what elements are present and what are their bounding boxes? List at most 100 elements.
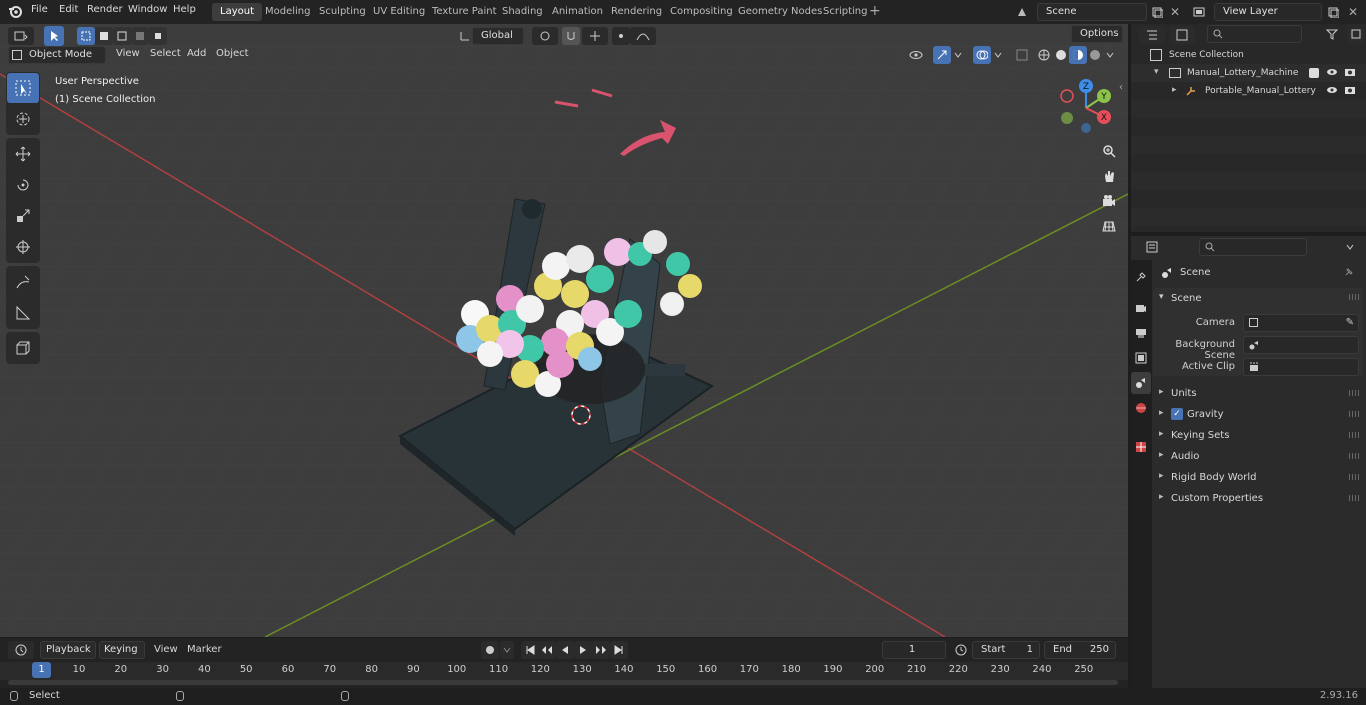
new-collection-icon[interactable]: [1347, 25, 1365, 43]
scene-panel-collapse-icon[interactable]: ▾: [1159, 292, 1164, 302]
mode-dropdown[interactable]: Object Mode: [8, 46, 106, 64]
visibility-selector-icon[interactable]: [903, 46, 929, 64]
sidebar-toggle-icon[interactable]: ‹: [1119, 82, 1123, 93]
tool-transform[interactable]: [7, 232, 39, 262]
object-hide-eye-icon[interactable]: [1326, 85, 1338, 98]
next-keyframe-icon[interactable]: [592, 641, 610, 659]
tool-rotate[interactable]: [7, 170, 39, 200]
timeline-scrollbar[interactable]: [8, 680, 1118, 685]
jump-end-icon[interactable]: [610, 641, 628, 659]
tab-uv-editing[interactable]: UV Editing: [365, 3, 433, 21]
scene-panel-title[interactable]: Scene: [1171, 293, 1202, 304]
xray-toggle-icon[interactable]: [1013, 46, 1031, 64]
tool-move[interactable]: [7, 139, 39, 169]
scene-selector-icon[interactable]: [1013, 3, 1031, 21]
select-new-icon[interactable]: [77, 27, 95, 45]
select-invert-icon[interactable]: [131, 27, 149, 45]
timeline-editor-type-icon[interactable]: [8, 641, 34, 659]
tab-modeling[interactable]: Modeling: [257, 3, 319, 21]
overlay-toggle-icon[interactable]: [973, 46, 991, 64]
tab-scripting[interactable]: Scripting: [815, 3, 875, 21]
3d-viewport[interactable]: Global Options Object Mode View Select A…: [0, 24, 1128, 637]
menu-window[interactable]: Window: [128, 4, 167, 15]
tab-texture-paint[interactable]: Texture Paint: [424, 3, 505, 21]
add-workspace-icon[interactable]: +: [869, 4, 883, 18]
eyedropper-icon[interactable]: ✎: [1346, 317, 1354, 328]
falloff-icon[interactable]: [630, 27, 656, 45]
tab-rendering[interactable]: Rendering: [603, 3, 670, 21]
playback-menu[interactable]: Playback: [40, 641, 96, 659]
delete-scene-icon[interactable]: ✕: [1166, 3, 1184, 21]
shading-wireframe-icon[interactable]: [1035, 46, 1053, 64]
keying-set-dropdown-icon[interactable]: [500, 641, 514, 659]
end-frame-field[interactable]: End 250: [1044, 641, 1116, 659]
editor-type-icon[interactable]: [8, 27, 34, 45]
expand-collection-icon[interactable]: ▾: [1154, 67, 1159, 77]
tool-annotate[interactable]: [7, 267, 39, 297]
menu-help[interactable]: Help: [173, 4, 196, 15]
camera-field[interactable]: ✎: [1243, 314, 1359, 332]
pin-icon[interactable]: [1343, 266, 1355, 281]
tab-compositing[interactable]: Compositing: [662, 3, 741, 21]
new-scene-icon[interactable]: [1148, 3, 1166, 21]
new-view-layer-icon[interactable]: [1324, 3, 1342, 21]
prev-keyframe-icon[interactable]: [538, 641, 556, 659]
playhead[interactable]: 1: [32, 662, 51, 678]
active-clip-field[interactable]: [1243, 358, 1359, 376]
pan-hand-icon[interactable]: [1097, 164, 1121, 188]
play-icon[interactable]: [574, 641, 592, 659]
world-tab-icon[interactable]: [1131, 397, 1151, 419]
tab-layout[interactable]: Layout: [212, 3, 262, 21]
hide-eye-icon[interactable]: [1326, 67, 1338, 80]
options-dropdown[interactable]: Options: [1071, 25, 1123, 43]
record-icon[interactable]: [481, 641, 499, 659]
snap-target-icon[interactable]: [582, 27, 608, 45]
output-tab-icon[interactable]: [1131, 322, 1151, 344]
gizmo-dropdown-icon[interactable]: [951, 46, 965, 64]
panel-rigid-body-world[interactable]: ▸ Rigid Body World: [1153, 468, 1363, 487]
menu-render[interactable]: Render: [87, 4, 123, 15]
panel-audio[interactable]: ▸ Audio: [1153, 447, 1363, 466]
transform-orientation-dropdown[interactable]: Global: [472, 27, 524, 45]
timeline-view-menu[interactable]: View: [154, 644, 178, 655]
camera-view-icon[interactable]: [1097, 189, 1121, 213]
gizmo-toggle-icon[interactable]: [933, 46, 951, 64]
properties-search-input[interactable]: [1199, 238, 1307, 256]
panel-custom-properties[interactable]: ▸ Custom Properties: [1153, 489, 1363, 508]
delete-view-layer-icon[interactable]: ✕: [1344, 3, 1362, 21]
panel-gravity[interactable]: ▸ ✓ Gravity: [1153, 405, 1363, 424]
panel-keying-sets[interactable]: ▸ Keying Sets: [1153, 426, 1363, 445]
exclude-checkbox[interactable]: [1309, 68, 1319, 78]
outliner-row-collection[interactable]: ▾ Manual_Lottery_Machine: [1131, 64, 1366, 82]
tool-select-box[interactable]: [7, 73, 39, 103]
render-camera-icon[interactable]: [1344, 67, 1356, 80]
select-mode-icon[interactable]: [44, 26, 64, 46]
menu-edit[interactable]: Edit: [59, 4, 78, 15]
object-render-camera-icon[interactable]: [1344, 85, 1356, 98]
tool-measure[interactable]: [7, 298, 39, 328]
scene-panel-grip[interactable]: [1349, 294, 1359, 300]
jump-start-icon[interactable]: [521, 641, 539, 659]
current-frame-field[interactable]: 1: [882, 641, 946, 659]
shading-solid-icon[interactable]: [1052, 46, 1070, 64]
shading-dropdown-icon[interactable]: [1103, 46, 1117, 64]
scene-tab-icon[interactable]: [1131, 372, 1151, 394]
view-layer-field[interactable]: View Layer: [1214, 3, 1322, 21]
zoom-icon[interactable]: [1097, 139, 1121, 163]
shading-material-icon[interactable]: [1069, 46, 1087, 64]
outliner-row-object[interactable]: ▸ Portable_Manual_Lottery: [1131, 82, 1366, 100]
view-layer-tab-icon[interactable]: [1131, 347, 1151, 369]
proportional-edit-icon[interactable]: [612, 27, 630, 45]
select-subtract-icon[interactable]: [113, 27, 131, 45]
filter-icon[interactable]: [1319, 25, 1345, 43]
overlay-dropdown-icon[interactable]: [991, 46, 1005, 64]
shading-rendered-icon[interactable]: [1086, 46, 1104, 64]
display-mode-icon[interactable]: [1169, 26, 1195, 44]
menu-select[interactable]: Select: [150, 48, 181, 59]
background-scene-field[interactable]: [1243, 336, 1359, 354]
render-tab-icon[interactable]: [1131, 297, 1151, 319]
snap-icon[interactable]: [562, 27, 580, 45]
navigation-gizmo[interactable]: Z Y X: [1056, 78, 1116, 138]
texture-tab-icon[interactable]: [1131, 436, 1151, 458]
keying-menu[interactable]: Keying: [99, 641, 145, 659]
